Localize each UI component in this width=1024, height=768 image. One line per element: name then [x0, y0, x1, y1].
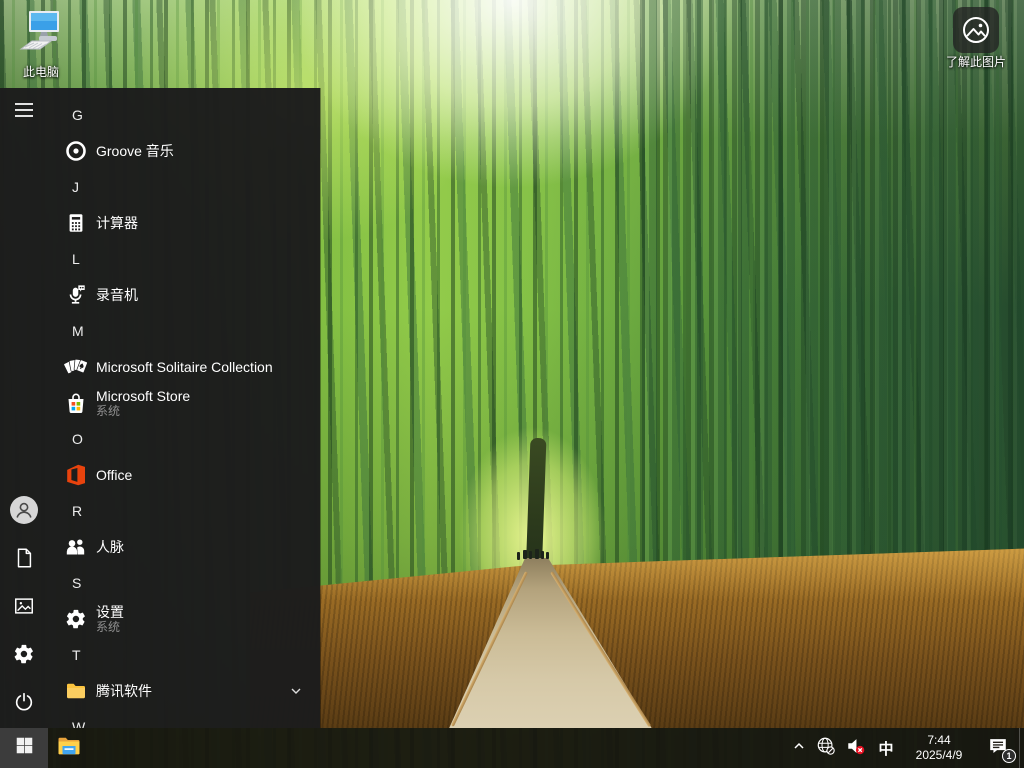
- app-sublabel: 系统: [96, 620, 124, 634]
- app-label: 录音机: [96, 287, 138, 303]
- section-header-m[interactable]: M: [48, 313, 320, 349]
- section-letter: J: [72, 179, 79, 195]
- start-menu-rail: [0, 88, 48, 728]
- distant-people: [512, 546, 556, 572]
- bamboo-canes-right: [640, 0, 1024, 620]
- picture-info-icon: [953, 7, 999, 53]
- start-app-office[interactable]: Office: [48, 457, 320, 493]
- desktop-icon-label: 此电脑: [23, 65, 59, 79]
- pictures-button[interactable]: [0, 584, 48, 632]
- folder-icon: [64, 679, 88, 703]
- taskbar: 中 7:44 2025/4/9 1: [0, 728, 1024, 768]
- voice-recorder-icon: [64, 283, 88, 307]
- system-tray: 中 7:44 2025/4/9 1: [787, 728, 1024, 768]
- microsoft-store-icon: [64, 391, 88, 415]
- expand-menu-button[interactable]: [0, 88, 48, 136]
- pictures-icon: [13, 595, 35, 622]
- office-icon: [64, 463, 88, 487]
- desktop-icon-this-pc[interactable]: 此电脑: [2, 6, 80, 79]
- documents-button[interactable]: [0, 536, 48, 584]
- section-letter: G: [72, 107, 83, 123]
- section-header-w[interactable]: W: [48, 709, 320, 728]
- action-center-button[interactable]: 1: [977, 728, 1019, 768]
- app-label: Microsoft Store: [96, 388, 190, 404]
- show-desktop-button[interactable]: [1019, 728, 1024, 768]
- section-letter: T: [72, 647, 81, 663]
- clock[interactable]: 7:44 2025/4/9: [901, 728, 977, 768]
- start-app-settings[interactable]: 设置 系统: [48, 601, 320, 637]
- section-header-s[interactable]: S: [48, 565, 320, 601]
- settings-gear-icon: [64, 607, 88, 631]
- ime-indicator[interactable]: 中: [871, 728, 901, 768]
- volume-button[interactable]: [841, 728, 871, 768]
- section-letter: R: [72, 503, 82, 519]
- start-app-people[interactable]: 人脉: [48, 529, 320, 565]
- start-app-list: G Groove 音乐 J: [48, 88, 320, 728]
- this-pc-icon: [15, 6, 67, 63]
- calculator-icon: [64, 211, 88, 235]
- groove-music-icon: [64, 139, 88, 163]
- user-account-button[interactable]: [0, 488, 48, 536]
- section-letter: O: [72, 431, 83, 447]
- start-app-solitaire[interactable]: Microsoft Solitaire Collection: [48, 349, 320, 385]
- power-button[interactable]: [0, 680, 48, 728]
- windows-logo-icon: [16, 737, 33, 759]
- people-icon: [64, 535, 88, 559]
- desktop: 此电脑 了解此图片: [0, 0, 1024, 768]
- hamburger-icon: [14, 100, 34, 125]
- section-header-o[interactable]: O: [48, 421, 320, 457]
- notification-badge: 1: [1002, 749, 1016, 763]
- section-letter: S: [72, 575, 81, 591]
- start-app-calculator[interactable]: 计算器: [48, 205, 320, 241]
- start-app-microsoft-store[interactable]: Microsoft Store 系统: [48, 385, 320, 421]
- speaker-muted-icon: [846, 736, 866, 761]
- section-header-l[interactable]: L: [48, 241, 320, 277]
- app-sublabel: 系统: [96, 404, 190, 418]
- clock-date: 2025/4/9: [916, 748, 963, 763]
- file-explorer-button[interactable]: [48, 728, 90, 768]
- taskbar-empty-area: [90, 728, 787, 768]
- section-letter: W: [72, 719, 85, 728]
- start-button[interactable]: [0, 728, 48, 768]
- section-letter: M: [72, 323, 84, 339]
- desktop-icon-learn-picture[interactable]: 了解此图片: [937, 7, 1015, 69]
- gear-icon: [13, 643, 35, 670]
- user-avatar-icon: [9, 495, 39, 530]
- network-status-button[interactable]: [811, 728, 841, 768]
- start-folder-tencent[interactable]: 腾讯软件: [48, 673, 320, 709]
- file-explorer-icon: [56, 733, 82, 764]
- start-app-groove-music[interactable]: Groove 音乐: [48, 133, 320, 169]
- solitaire-cards-icon: [64, 355, 88, 379]
- power-icon: [13, 691, 35, 718]
- app-label: Office: [96, 467, 132, 483]
- chevron-up-icon: [792, 739, 806, 758]
- app-label: 计算器: [96, 215, 138, 231]
- clock-time: 7:44: [927, 733, 950, 748]
- start-app-voice-recorder[interactable]: 录音机: [48, 277, 320, 313]
- settings-button[interactable]: [0, 632, 48, 680]
- start-menu: G Groove 音乐 J: [0, 88, 320, 728]
- document-icon: [13, 547, 35, 574]
- app-label: 腾讯软件: [96, 683, 152, 699]
- chevron-down-icon: [290, 685, 302, 697]
- globe-no-internet-icon: [816, 736, 836, 761]
- section-header-r[interactable]: R: [48, 493, 320, 529]
- app-label: Groove 音乐: [96, 143, 174, 159]
- section-header-t[interactable]: T: [48, 637, 320, 673]
- desktop-icon-label: 了解此图片: [946, 55, 1006, 69]
- tray-overflow-button[interactable]: [787, 728, 811, 768]
- app-label: 设置: [96, 604, 124, 620]
- section-letter: L: [72, 251, 80, 267]
- section-header-g[interactable]: G: [48, 97, 320, 133]
- section-header-j[interactable]: J: [48, 169, 320, 205]
- app-label: Microsoft Solitaire Collection: [96, 359, 273, 375]
- app-label: 人脉: [96, 539, 124, 555]
